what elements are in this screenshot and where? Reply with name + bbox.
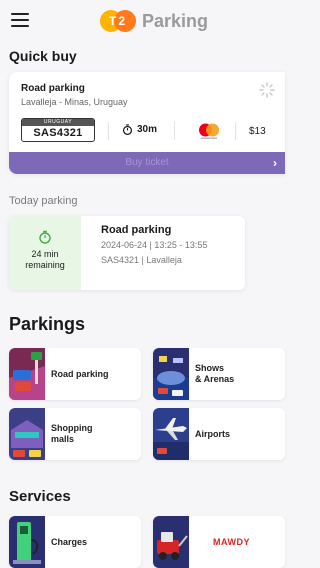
quick-buy-card[interactable]: Road parking Lavalleja - Minas, Uruguay …: [9, 72, 285, 174]
today-parking-name: Road parking: [101, 224, 172, 236]
airport-icon: [153, 408, 189, 460]
price: $13: [249, 126, 266, 137]
today-parking-plate-location: SAS4321 | Lavalleja: [101, 255, 182, 265]
remaining-time-label: remaining: [25, 260, 65, 270]
ev-charger-icon: [9, 516, 45, 568]
duration-value: 30m: [137, 124, 158, 135]
plate-country: URUGUAY: [22, 119, 94, 126]
parking-tile-road[interactable]: Road parking: [9, 348, 141, 400]
remaining-time: 24 min remaining: [9, 249, 81, 271]
service-tile-label: Charges: [51, 536, 88, 547]
parking-tile-airports[interactable]: Airports: [153, 408, 285, 460]
divider: [174, 122, 175, 140]
parking-tile-label: Shopping malls: [51, 423, 93, 444]
today-parking-title: Today parking: [9, 195, 78, 207]
parking-tile-arenas[interactable]: Shows & Arenas: [153, 348, 285, 400]
quick-buy-location: Lavalleja - Minas, Uruguay: [21, 97, 128, 107]
chevron-right-icon: ›: [273, 156, 277, 170]
road-parking-icon: [9, 348, 45, 400]
quick-buy-title: Quick buy: [9, 48, 77, 64]
services-title: Services: [9, 488, 71, 505]
divider: [108, 122, 109, 140]
mawdy-logo: MAWDY: [213, 537, 250, 547]
app-name: Parking: [142, 10, 209, 31]
buy-ticket-button[interactable]: Buy ticket ›: [9, 152, 285, 174]
app-header: T2 Parking: [0, 0, 285, 42]
license-plate: URUGUAY SAS4321: [21, 118, 95, 142]
today-parking-time: 2024-06-24 | 13:25 - 13:55: [101, 240, 208, 250]
menu-icon[interactable]: [11, 13, 29, 27]
quick-buy-parking-name: Road parking: [21, 83, 85, 94]
stopwatch-icon: [39, 230, 51, 244]
parkings-title: Parkings: [9, 314, 86, 334]
loading-spinner-icon: [259, 82, 275, 98]
today-parking-card[interactable]: 24 min remaining Road parking 2024-06-24…: [9, 216, 245, 290]
parking-tile-malls[interactable]: Shopping malls: [9, 408, 141, 460]
service-tile-mawdy[interactable]: MAWDY: [153, 516, 285, 568]
app-logo: T2 Parking: [100, 10, 208, 32]
parking-tile-label: Road parking: [51, 368, 109, 379]
remaining-time-panel: 24 min remaining: [9, 216, 81, 290]
parking-tile-label: Shows & Arenas: [195, 363, 235, 384]
remaining-time-value: 24 min: [31, 249, 59, 259]
tow-truck-icon: [153, 516, 189, 568]
parking-tile-label: Airports: [195, 428, 231, 439]
arena-icon: [153, 348, 189, 400]
divider: [235, 122, 236, 140]
plate-number: SAS4321: [33, 127, 83, 139]
mastercard-icon: [199, 123, 219, 139]
stopwatch-icon: [122, 124, 133, 135]
duration: 30m: [122, 124, 157, 135]
shopping-mall-icon: [9, 408, 45, 460]
t2-logo-icon: T2: [100, 10, 138, 32]
service-tile-charges[interactable]: Charges: [9, 516, 141, 568]
buy-ticket-label: Buy ticket: [125, 157, 169, 168]
